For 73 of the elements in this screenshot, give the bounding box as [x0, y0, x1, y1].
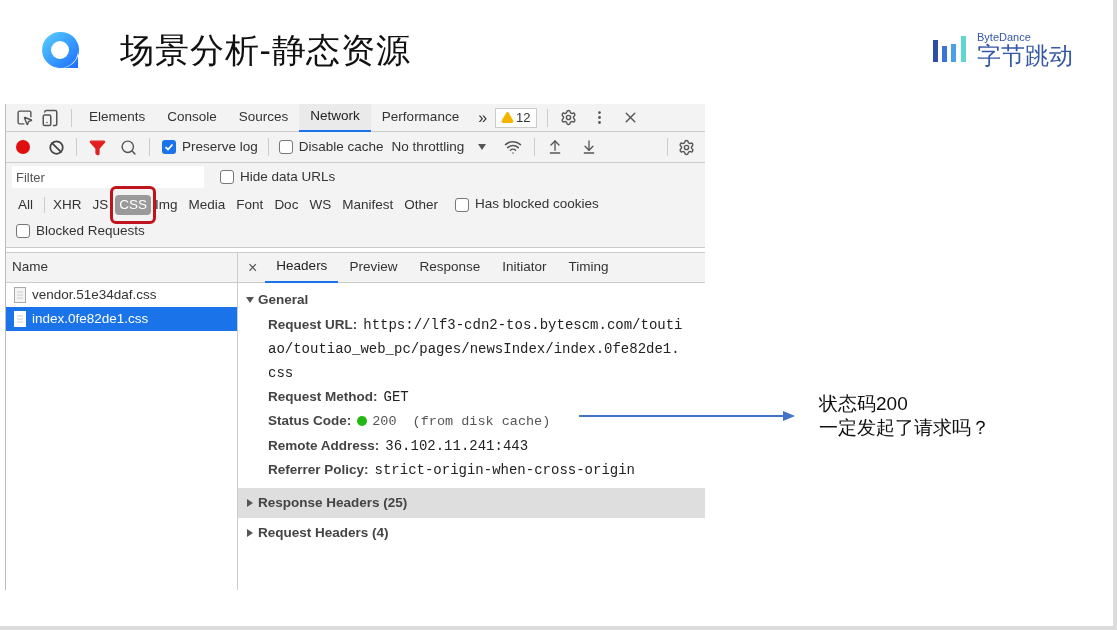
type-filter-button[interactable]: XHR — [49, 194, 86, 215]
field-note: (from disk cache) — [412, 414, 551, 429]
collapse-triangle-icon[interactable] — [246, 499, 254, 507]
brand-name: ByteDance — [977, 32, 1032, 43]
header-field: Remote Address: 36.102.11.241:443 — [268, 434, 529, 458]
panel-tab[interactable]: Elements — [78, 103, 157, 132]
type-filter-button[interactable]: JS — [88, 194, 113, 215]
brand-name: 字节跳动 — [977, 44, 1073, 68]
disable-cache-checkbox[interactable]: Disable cache — [278, 136, 384, 158]
section-header[interactable]: General — [238, 289, 705, 311]
close-button[interactable]: × — [248, 255, 258, 280]
type-filter-button[interactable]: All — [14, 194, 37, 215]
file-name: index.0fe82de1.css — [32, 309, 149, 328]
annotation-text: 一定发起了请求吗？ — [819, 416, 990, 440]
checkbox[interactable] — [16, 224, 30, 238]
network-conditions-icon[interactable] — [504, 138, 523, 156]
request-row[interactable]: vendor.51e34daf.css — [6, 283, 237, 307]
collapse-triangle-icon[interactable] — [246, 529, 254, 537]
file-icon — [14, 311, 26, 327]
section-header[interactable]: Response Headers (25) — [238, 488, 705, 518]
type-filter-button[interactable]: Font — [232, 194, 268, 215]
inspect-icon[interactable] — [16, 109, 33, 126]
search-icon[interactable] — [120, 138, 137, 156]
field-value: 200 — [372, 414, 397, 429]
file-name: vendor.51e34daf.css — [32, 285, 157, 304]
type-filter-button[interactable]: Img — [151, 194, 182, 215]
throttling-dropdown[interactable]: No throttling — [391, 136, 487, 158]
slide-title: 场景分析-静态资源 — [120, 29, 411, 71]
clear-icon[interactable] — [49, 139, 64, 155]
type-filter-button[interactable]: Doc — [270, 194, 303, 215]
panel-tab[interactable]: Sources — [227, 103, 300, 132]
type-filter-button[interactable]: Media — [184, 194, 230, 215]
type-filter-button[interactable]: WS — [305, 194, 336, 215]
header-field: Request URL: https://lf3-cdn2-tos.bytescm.com/toutiao/toutiao_web_pc/pages/newsIndex/index.0fe82de1.css — [268, 313, 687, 385]
blocked-cookies-checkbox[interactable]: Has blocked cookies — [454, 194, 599, 215]
panel-tab[interactable]: Network — [299, 103, 371, 132]
panel-tab[interactable]: Performance — [370, 103, 471, 132]
blocked-requests-checkbox[interactable]: Blocked Requests — [16, 220, 145, 242]
settings-icon[interactable] — [678, 138, 695, 156]
warning-icon — [501, 111, 515, 124]
checkbox[interactable] — [162, 140, 176, 154]
checkbox[interactable] — [220, 170, 234, 184]
file-icon — [14, 287, 26, 303]
detail-tab[interactable]: Preview — [338, 252, 409, 283]
device-icon[interactable] — [41, 108, 59, 127]
expand-triangle-icon[interactable] — [246, 296, 254, 304]
hide-data-urls-checkbox[interactable]: Hide data URLs — [220, 166, 336, 188]
type-filter-button[interactable]: Manifest — [338, 194, 398, 215]
detail-tab[interactable]: Timing — [557, 252, 620, 283]
detail-tab[interactable]: Initiator — [491, 252, 558, 283]
detail-tab[interactable]: Headers — [265, 252, 339, 283]
checkmark-icon — [164, 142, 174, 152]
header-field: Request Method: GET — [268, 385, 409, 409]
request-row[interactable]: index.0fe82de1.css — [6, 307, 237, 331]
type-filter-button[interactable]: Other — [400, 194, 442, 215]
warnings-badge[interactable]: 12 — [495, 107, 537, 128]
checkbox[interactable] — [278, 140, 293, 154]
record-icon[interactable] — [16, 140, 30, 154]
annotation-text: 状态码200 — [819, 392, 909, 416]
detail-tab[interactable]: Response — [408, 252, 492, 283]
dropdown-caret-icon — [478, 144, 487, 150]
filter-field[interactable]: Filter — [12, 166, 204, 188]
column-header[interactable]: Name — [6, 253, 237, 283]
section-header[interactable]: Request Headers (4) — [238, 518, 705, 548]
preserve-log-checkbox[interactable]: Preserve log — [162, 136, 258, 158]
more-tabs-button[interactable]: » — [478, 105, 488, 130]
logo-icon — [40, 30, 80, 70]
field-label: Status Code: — [268, 413, 352, 428]
header-field: Referrer Policy: strict-origin-when-cross-origin — [268, 458, 635, 482]
filter-icon[interactable] — [89, 138, 106, 156]
panel-tab[interactable]: Console — [156, 103, 228, 132]
settings-icon[interactable] — [559, 109, 577, 126]
checkbox[interactable] — [454, 197, 469, 212]
